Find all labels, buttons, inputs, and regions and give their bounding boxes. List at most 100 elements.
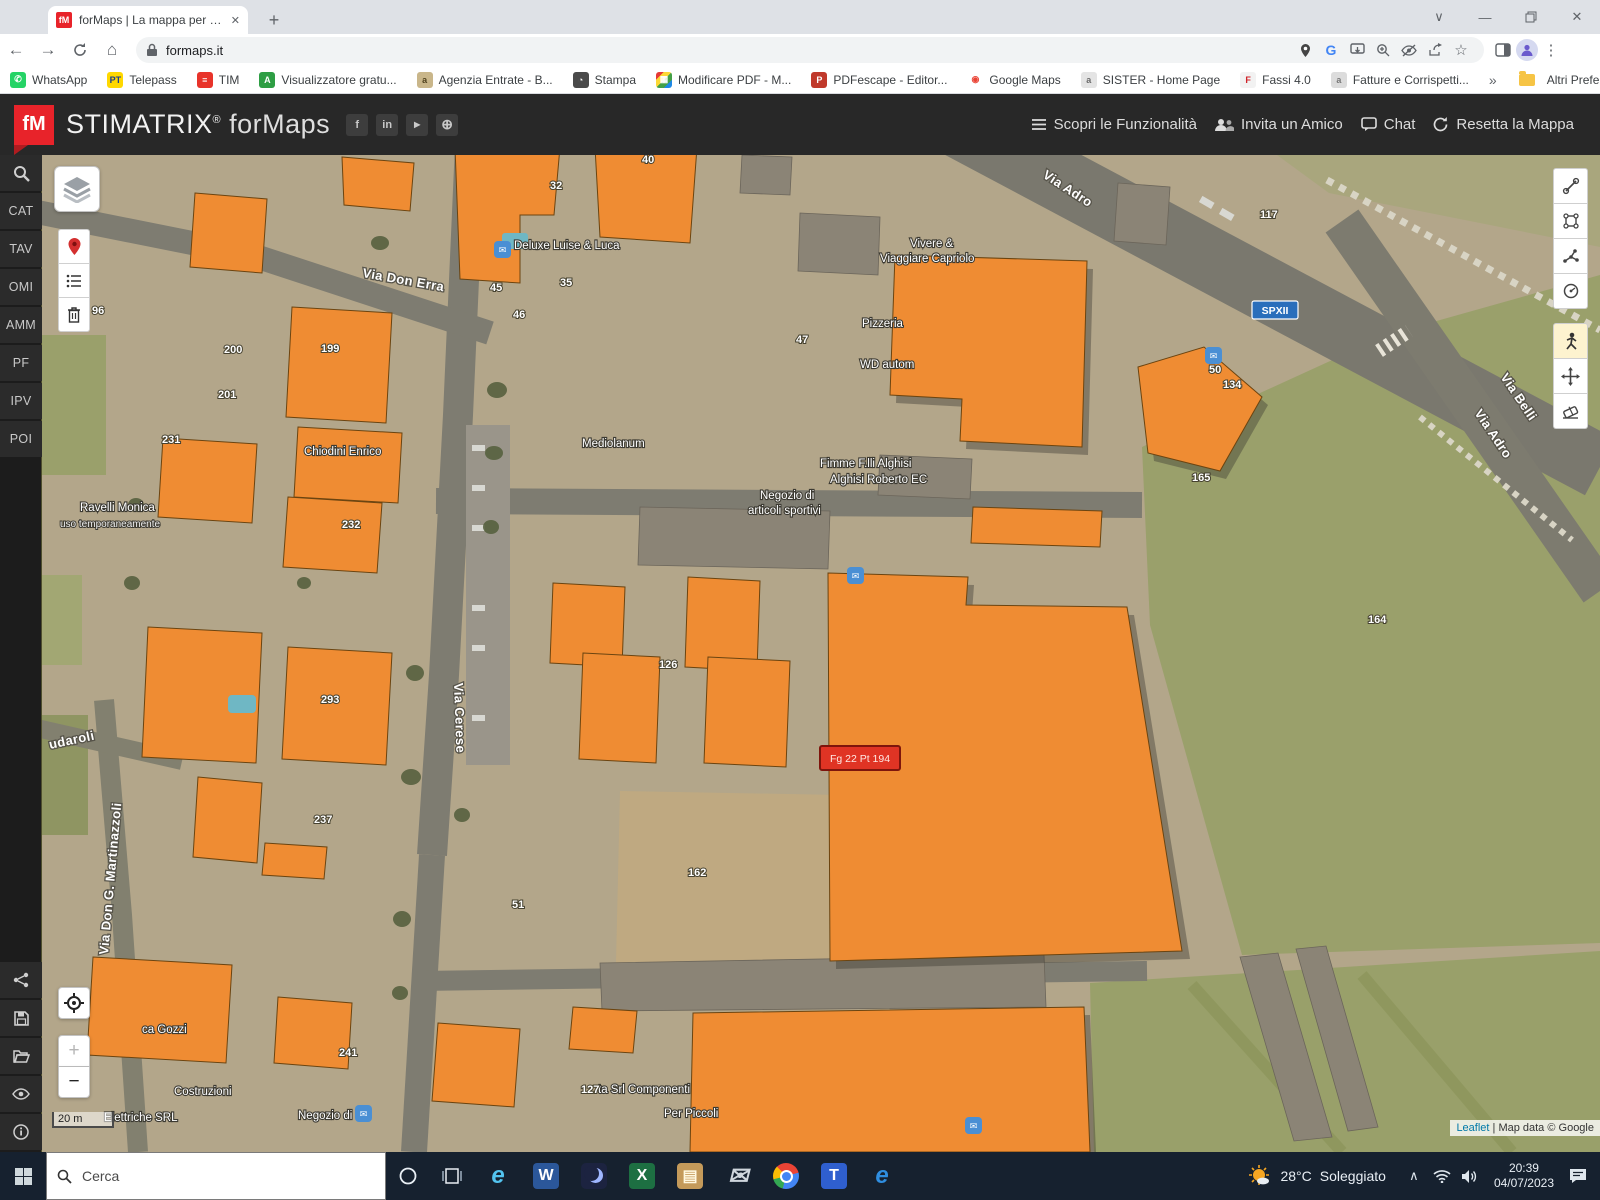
browser-tab-strip: fM forMaps | La mappa per navigar ✕ + ∨ … — [0, 0, 1600, 34]
sidebar-item-poi[interactable]: POI — [0, 421, 42, 457]
menu-reset-map[interactable]: Resetta la Mappa — [1433, 116, 1574, 133]
marker-tool-button[interactable] — [58, 229, 90, 264]
back-button[interactable]: ← — [0, 36, 32, 64]
map-canvas[interactable]: ✉ ✉ ✉ ✉ ✉ SPXII Fg 22 Pt 194 Via Don E — [42, 155, 1600, 1152]
zoom-out-button[interactable]: − — [58, 1067, 90, 1098]
browser-menu-icon[interactable]: ⋮ — [1538, 39, 1564, 61]
pan-arrows-icon — [1561, 367, 1580, 386]
pan-button[interactable] — [1553, 359, 1588, 394]
teams-icon[interactable]: T — [810, 1152, 858, 1200]
bookmark-item[interactable]: ◔Stampa — [573, 72, 636, 88]
bookmark-item[interactable]: ✆WhatsApp — [10, 72, 87, 88]
parcel-number: 117 — [1260, 209, 1278, 221]
sidebar-save-button[interactable] — [0, 1000, 42, 1036]
linkedin-icon[interactable]: in — [376, 114, 398, 136]
excel-icon[interactable]: X — [618, 1152, 666, 1200]
share-icon[interactable] — [1422, 39, 1448, 61]
layers-button[interactable] — [54, 166, 100, 212]
file-explorer-icon[interactable]: ▤ — [666, 1152, 714, 1200]
window-restore-button[interactable] — [1508, 0, 1554, 34]
bookmark-label: PDFescape - Editor... — [833, 73, 947, 87]
google-icon[interactable]: G — [1318, 39, 1344, 61]
formaps-logo[interactable]: fM — [14, 105, 54, 145]
profile-avatar[interactable] — [1516, 39, 1538, 61]
other-bookmarks-folder[interactable]: Altri Preferiti — [1519, 73, 1600, 87]
bookmarks-overflow-icon[interactable]: » — [1489, 72, 1497, 88]
sidebar-visibility-button[interactable] — [0, 1076, 42, 1112]
measure-angle-button[interactable] — [1553, 239, 1588, 274]
start-button[interactable] — [0, 1152, 46, 1200]
delete-tool-button[interactable] — [58, 298, 90, 332]
zoom-icon[interactable] — [1370, 39, 1396, 61]
sidebar-item-omi[interactable]: OMI — [0, 269, 42, 305]
sidebar-item-pf[interactable]: PF — [0, 345, 42, 381]
tab-search-icon[interactable]: ∨ — [1416, 0, 1462, 34]
dark-app-icon[interactable] — [570, 1152, 618, 1200]
internet-explorer-icon[interactable]: e — [474, 1152, 522, 1200]
volume-icon[interactable] — [1456, 1152, 1484, 1200]
new-tab-button[interactable]: + — [262, 8, 286, 32]
facebook-icon[interactable]: f — [346, 114, 368, 136]
weather-widget[interactable]: 28°C Soleggiato — [1248, 1164, 1385, 1188]
sidebar-item-amm[interactable]: AMM — [0, 307, 42, 343]
menu-chat[interactable]: Chat — [1361, 116, 1416, 133]
sidebar-open-button[interactable] — [0, 1038, 42, 1074]
svg-text:SPXII: SPXII — [1262, 305, 1289, 317]
location-icon[interactable] — [1292, 39, 1318, 61]
menu-invite-friend[interactable]: Invita un Amico — [1215, 116, 1343, 133]
selected-parcel-label[interactable]: Fg 22 Pt 194 — [820, 746, 900, 770]
sidebar-item-ipv[interactable]: IPV — [0, 383, 42, 419]
youtube-icon[interactable]: ▶ — [406, 114, 428, 136]
bookmark-item[interactable]: FFassi 4.0 — [1240, 72, 1311, 88]
sidebar-share-button[interactable] — [0, 962, 42, 998]
eye-off-icon[interactable] — [1396, 39, 1422, 61]
leaflet-link[interactable]: Leaflet — [1456, 1122, 1489, 1134]
measure-line-button[interactable] — [1553, 168, 1588, 204]
cortana-button[interactable] — [386, 1152, 430, 1200]
word-icon[interactable]: W — [522, 1152, 570, 1200]
globe-icon[interactable]: ⊕ — [436, 114, 458, 136]
bookmark-item[interactable]: ▦Modificare PDF - M... — [656, 72, 791, 88]
bookmark-item[interactable]: PPDFescape - Editor... — [811, 72, 947, 88]
sidebar-item-cat[interactable]: CAT — [0, 193, 42, 229]
menu-discover-features[interactable]: Scopri le Funzionalità — [1031, 116, 1197, 133]
mail-icon[interactable]: ✉ — [714, 1152, 762, 1200]
reload-button[interactable] — [64, 36, 96, 64]
home-button[interactable]: ⌂ — [96, 36, 128, 64]
bookmark-star-icon[interactable]: ☆ — [1448, 39, 1474, 61]
bookmark-item[interactable]: ≡TIM — [197, 72, 240, 88]
taskbar-search-box[interactable]: Cerca — [46, 1152, 386, 1200]
pegman-button[interactable] — [1553, 323, 1588, 359]
zoom-in-button[interactable]: + — [58, 1035, 90, 1067]
window-minimize-button[interactable]: — — [1462, 0, 1508, 34]
edge-icon[interactable]: e — [858, 1152, 906, 1200]
sidebar-item-tav[interactable]: TAV — [0, 231, 42, 267]
locate-button[interactable] — [58, 987, 90, 1019]
measure-circle-button[interactable] — [1553, 274, 1588, 309]
address-bar[interactable]: formaps.it G ☆ — [136, 37, 1484, 63]
list-tool-button[interactable] — [58, 264, 90, 298]
sidebar-info-button[interactable] — [0, 1114, 42, 1150]
bookmark-item[interactable]: ◉Google Maps — [967, 72, 1060, 88]
measure-area-button[interactable] — [1553, 204, 1588, 239]
bookmark-item[interactable]: AVisualizzatore gratu... — [259, 72, 396, 88]
bookmark-item[interactable]: PTTelepass — [107, 72, 176, 88]
forward-button[interactable]: → — [32, 36, 64, 64]
install-icon[interactable] — [1344, 39, 1370, 61]
taskbar-clock[interactable]: 20:39 04/07/2023 — [1494, 1161, 1554, 1191]
window-close-button[interactable]: ✕ — [1554, 0, 1600, 34]
bookmark-item[interactable]: aFatture e Corrispetti... — [1331, 72, 1469, 88]
bookmark-item[interactable]: aAgenzia Entrate - B... — [417, 72, 553, 88]
task-view-button[interactable] — [430, 1152, 474, 1200]
tray-expand-icon[interactable]: ∧ — [1400, 1152, 1428, 1200]
wifi-icon[interactable] — [1428, 1152, 1456, 1200]
side-panel-icon[interactable] — [1490, 39, 1516, 61]
eraser-button[interactable] — [1553, 394, 1588, 429]
sidebar-search-button[interactable] — [0, 155, 42, 191]
bookmark-label: Telepass — [129, 73, 176, 87]
bookmark-item[interactable]: aSISTER - Home Page — [1081, 72, 1220, 88]
browser-tab[interactable]: fM forMaps | La mappa per navigar ✕ — [48, 6, 248, 34]
tab-close-icon[interactable]: ✕ — [231, 14, 240, 27]
action-center-icon[interactable] — [1564, 1152, 1592, 1200]
chrome-icon[interactable] — [762, 1152, 810, 1200]
